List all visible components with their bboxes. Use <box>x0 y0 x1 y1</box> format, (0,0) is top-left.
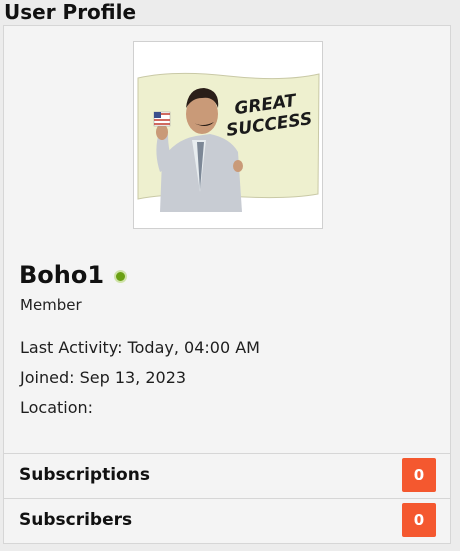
joined-date: Joined: Sep 13, 2023 <box>20 368 187 387</box>
avatar[interactable]: GREAT SUCCESS <box>133 41 323 229</box>
online-status-icon <box>114 269 128 283</box>
profile-card: GREAT SUCCESS Boho1 Member Last Activity… <box>3 25 451 544</box>
last-activity: Last Activity: Today, 04:00 AM <box>20 338 260 357</box>
username-row: Boho1 <box>19 258 128 292</box>
subscribers-row[interactable]: Subscribers 0 <box>4 498 450 543</box>
page-title: User Profile <box>4 0 137 24</box>
location: Location: <box>20 398 94 417</box>
subscriptions-label: Subscriptions <box>19 465 150 485</box>
username[interactable]: Boho1 <box>19 261 104 289</box>
avatar-image: GREAT SUCCESS <box>134 42 322 228</box>
subscriptions-row[interactable]: Subscriptions 0 <box>4 453 450 498</box>
subscriptions-count-badge: 0 <box>402 458 436 492</box>
user-title: Member <box>20 296 82 314</box>
subscribers-label: Subscribers <box>19 510 133 530</box>
subscribers-count-badge: 0 <box>402 503 436 537</box>
